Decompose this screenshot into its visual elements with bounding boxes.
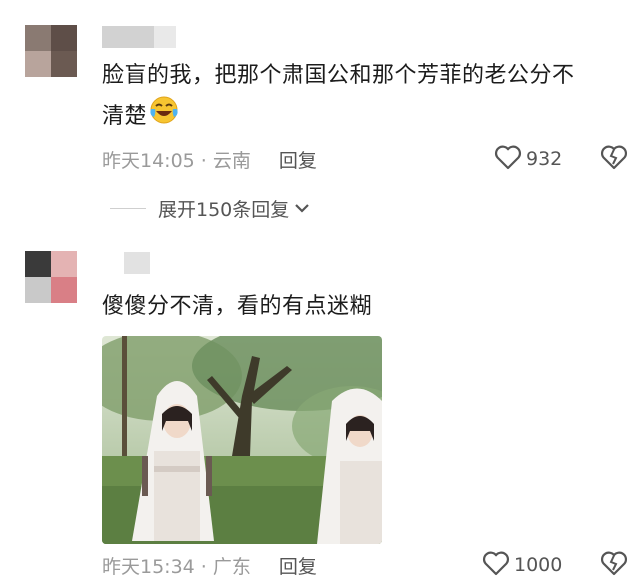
expand-replies-button[interactable]: 展开150条回复: [110, 195, 311, 222]
commenter-avatar[interactable]: [25, 25, 77, 77]
comment-timestamp: 昨天14:05: [102, 150, 195, 172]
reply-button[interactable]: 回复: [279, 552, 317, 579]
reply-button[interactable]: 回复: [279, 146, 317, 173]
like-count: 1000: [514, 554, 563, 576]
comment-timestamp: 昨天15:34: [102, 556, 195, 578]
heart-outline-icon: [482, 550, 510, 580]
comment-location: · 广东: [200, 556, 251, 578]
like-count: 932: [526, 148, 563, 170]
commenter-name[interactable]: [124, 252, 150, 274]
dislike-button[interactable]: [600, 144, 628, 174]
chevron-down-icon: [293, 198, 311, 220]
comment-text: 傻傻分不清，看的有点迷糊: [102, 294, 373, 319]
like-button[interactable]: 1000: [482, 550, 562, 580]
laughing-crying-emoji-icon: [149, 95, 179, 138]
expand-replies-label: 展开150条回复: [158, 199, 290, 221]
heart-outline-icon: [494, 144, 522, 174]
comment-text-line: 脸盲的我，把那个肃国公和那个芳菲的老公分不: [102, 63, 575, 88]
comment-image[interactable]: [102, 336, 382, 544]
like-button[interactable]: 932: [494, 144, 562, 174]
dislike-button[interactable]: [600, 550, 628, 580]
comment-meta: 昨天15:34 · 广东 回复: [102, 552, 317, 579]
broken-heart-icon: [600, 551, 628, 580]
comment-text: 脸盲的我，把那个肃国公和那个芳菲的老公分不 清楚: [102, 57, 632, 138]
comment-location: · 云南: [200, 150, 251, 172]
commenter-name[interactable]: [102, 26, 176, 48]
broken-heart-icon: [600, 145, 628, 174]
comment-text-line: 清楚: [102, 103, 148, 129]
commenter-avatar[interactable]: [25, 251, 77, 303]
comment-meta: 昨天14:05 · 云南 回复: [102, 146, 317, 173]
divider-line: [110, 208, 146, 209]
